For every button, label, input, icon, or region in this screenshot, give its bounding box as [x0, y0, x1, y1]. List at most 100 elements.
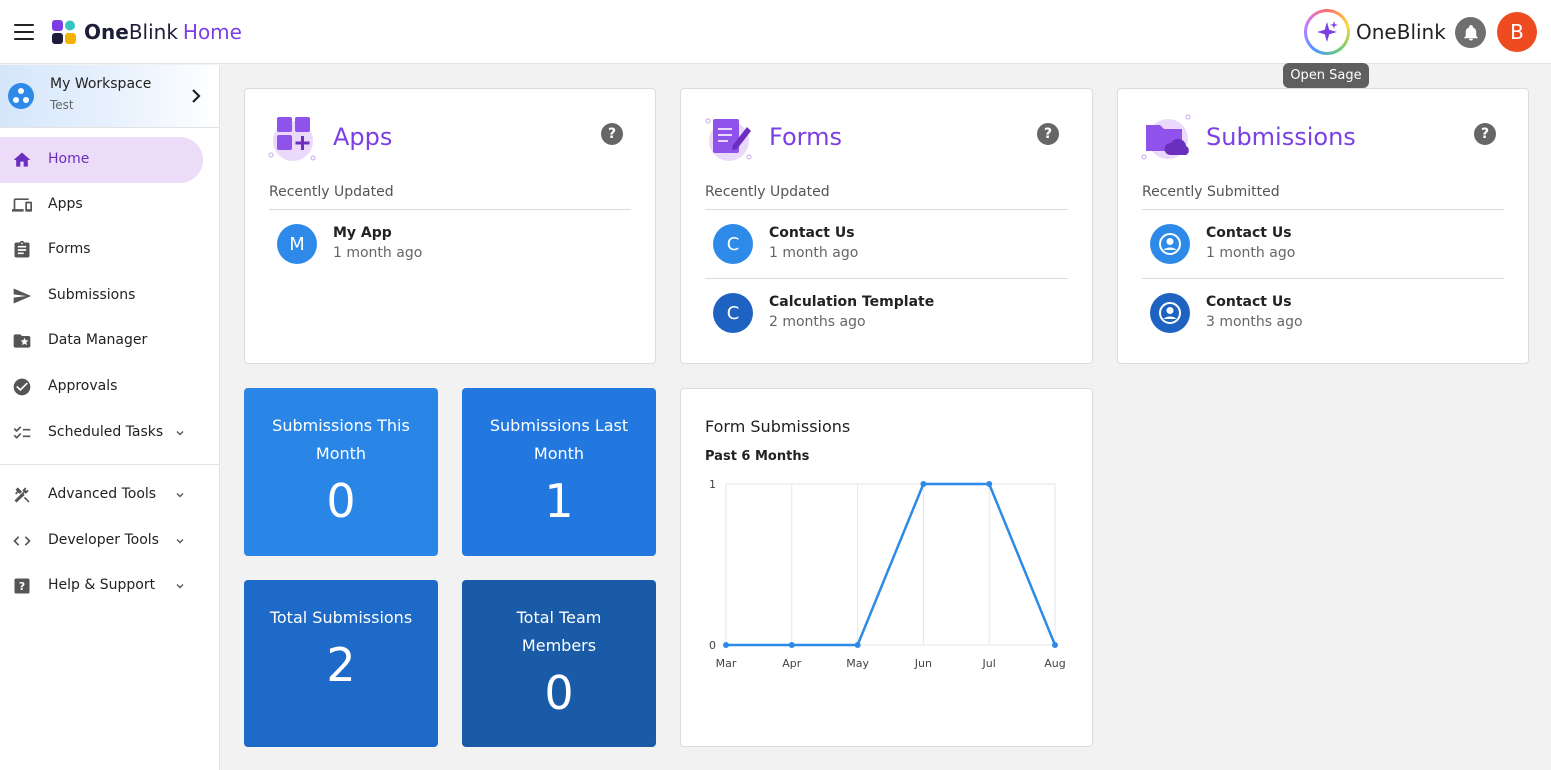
sidebar-item-submissions[interactable]: Submissions: [0, 273, 203, 319]
user-circle-icon: [1150, 224, 1190, 264]
stat-value: 2: [326, 638, 356, 692]
clipboard-icon: [14, 240, 30, 258]
item-title: Contact Us: [1206, 294, 1292, 310]
item-time: 1 month ago: [333, 245, 423, 261]
sidebar-item-label: Developer Tools: [48, 532, 159, 548]
devices-icon: [12, 198, 32, 212]
item-time: 2 months ago: [769, 314, 866, 330]
data-point: [788, 642, 795, 648]
submissions-card: Submissions ? Recently Submitted Contact…: [1117, 88, 1529, 364]
sidebar-item-home[interactable]: Home: [0, 137, 203, 183]
item-time: 1 month ago: [1206, 245, 1296, 261]
sidebar-item-forms[interactable]: Forms: [0, 227, 203, 273]
x-tick-label: Mar: [716, 657, 737, 670]
help-icon[interactable]: ?: [601, 123, 623, 145]
item-time: 1 month ago: [769, 245, 859, 261]
sidebar-item-apps[interactable]: Apps: [0, 182, 203, 228]
sage-button[interactable]: [1304, 9, 1350, 55]
list-item[interactable]: M My App 1 month ago: [269, 210, 631, 278]
sidebar-item-label: Forms: [48, 241, 91, 257]
sidebar-item-advanced-tools[interactable]: Advanced Tools: [0, 472, 203, 518]
submissions-card-title: Submissions: [1206, 123, 1356, 151]
data-point: [986, 481, 993, 487]
svg-text:?: ?: [19, 580, 25, 593]
brand-regular: Blink: [128, 20, 178, 44]
stat-label: Submissions This Month: [272, 416, 410, 463]
menu-icon[interactable]: [14, 24, 34, 40]
stat-tile-submissions-last-month[interactable]: Submissions Last Month 1: [462, 388, 656, 556]
sidebar-item-label: Advanced Tools: [48, 486, 157, 502]
x-tick-label: Jul: [982, 657, 996, 670]
brand-title[interactable]: OneBlink Home: [84, 18, 242, 46]
user-avatar[interactable]: B: [1497, 12, 1537, 52]
sage-tooltip: Open Sage: [1283, 63, 1369, 88]
chevron-down-icon: [176, 431, 184, 436]
sidebar-divider: [0, 464, 219, 465]
checklist-icon: [13, 426, 31, 439]
sidebar-item-help-support[interactable]: ? Help & Support: [0, 563, 203, 609]
stat-value: 1: [544, 474, 574, 528]
user-circle-icon: [1150, 293, 1190, 333]
x-tick-label: Jun: [914, 657, 932, 670]
sidebar-item-label: Scheduled Tasks: [48, 424, 164, 440]
form-avatar: C: [713, 293, 753, 333]
stat-tile-total-team-members[interactable]: Total Team Members 0: [462, 580, 656, 747]
stat-label: Total Submissions: [269, 608, 413, 627]
sidebar-item-label: Submissions: [48, 287, 136, 303]
apps-card-title: Apps: [333, 123, 393, 151]
sidebar-item-data-manager[interactable]: Data Manager: [0, 318, 203, 364]
sidebar-item-approvals[interactable]: Approvals: [0, 364, 203, 410]
line-chart: 0 1 Mar Apr May Jun Jul Aug: [709, 478, 1066, 670]
chevron-down-icon: [176, 539, 184, 544]
brand-bold: One: [84, 20, 129, 44]
x-tick-label: Apr: [782, 657, 802, 670]
submissions-card-subtitle: Recently Submitted: [1142, 184, 1280, 200]
data-point: [920, 481, 927, 487]
forms-card: Forms ? Recently Updated C Contact Us 1 …: [680, 88, 1093, 364]
forms-illustration-icon: [705, 118, 752, 161]
check-circle-icon: [13, 378, 31, 396]
y-tick-label: 0: [709, 639, 716, 652]
x-tick-label: Aug: [1044, 657, 1065, 670]
y-tick-label: 1: [709, 478, 716, 491]
apps-card: Apps ? Recently Updated M My App 1 month…: [244, 88, 656, 364]
help-box-icon: ?: [14, 578, 30, 594]
apps-card-subtitle: Recently Updated: [269, 184, 394, 200]
list-item[interactable]: Contact Us 1 month ago: [1142, 210, 1504, 278]
code-icon: [13, 536, 31, 546]
stat-tile-submissions-this-month[interactable]: Submissions This Month 0: [244, 388, 438, 556]
notifications-button[interactable]: [1455, 17, 1486, 48]
sidebar-item-label: Data Manager: [48, 332, 148, 348]
sage-label[interactable]: OneBlink: [1356, 18, 1446, 46]
workspace-name: My Workspace: [50, 76, 152, 92]
sidebar-item-developer-tools[interactable]: Developer Tools: [0, 518, 203, 564]
chevron-down-icon: [176, 493, 184, 498]
item-title: Contact Us: [1206, 225, 1292, 241]
data-point: [854, 642, 861, 648]
stat-tile-total-submissions[interactable]: Total Submissions 2: [244, 580, 438, 747]
apps-illustration-icon: [268, 117, 316, 161]
item-time: 3 months ago: [1206, 314, 1303, 330]
list-item[interactable]: C Contact Us 1 month ago: [705, 210, 1068, 278]
form-avatar: C: [713, 224, 753, 264]
forms-card-title: Forms: [769, 123, 842, 151]
send-icon: [13, 288, 32, 304]
help-icon[interactable]: ?: [1037, 123, 1059, 145]
app-avatar: M: [277, 224, 317, 264]
brand-accent: Home: [182, 20, 242, 44]
oneblink-logo-icon: [52, 20, 76, 44]
chevron-down-icon: [176, 584, 184, 589]
workspace-switcher[interactable]: My Workspace Test: [0, 65, 219, 128]
workspace-sub: Test: [50, 98, 74, 112]
form-submissions-chart-card: Form Submissions Past 6 Months 0 1 Mar Apr M…: [680, 388, 1093, 747]
sidebar-item-scheduled-tasks[interactable]: Scheduled Tasks: [0, 410, 203, 456]
data-point: [723, 642, 729, 648]
list-item[interactable]: Contact Us 3 months ago: [1142, 279, 1504, 347]
folder-star-icon: [13, 334, 31, 348]
bell-icon: [1463, 24, 1478, 40]
item-title: My App: [333, 225, 392, 241]
help-icon[interactable]: ?: [1474, 123, 1496, 145]
data-point: [1052, 642, 1058, 648]
sidebar-item-label: Apps: [48, 196, 83, 212]
list-item[interactable]: C Calculation Template 2 months ago: [705, 279, 1068, 347]
